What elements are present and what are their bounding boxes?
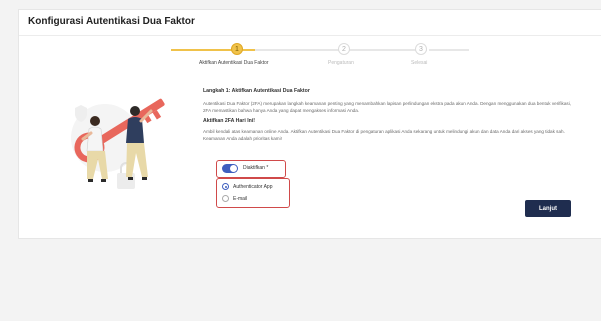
radio-selected-icon[interactable] bbox=[222, 183, 229, 190]
title-divider bbox=[19, 35, 601, 36]
step-1-indicator[interactable]: 1 bbox=[231, 43, 243, 55]
next-button[interactable]: Lanjut bbox=[525, 200, 571, 217]
auth-method-email-label: E-mail bbox=[233, 195, 248, 202]
enable-2fa-control: Diaktifkan * bbox=[216, 160, 286, 178]
page-title: Konfigurasi Autentikasi Dua Faktor bbox=[28, 16, 195, 27]
step-2-indicator[interactable]: 2 bbox=[338, 43, 350, 55]
auth-method-email-option[interactable]: E-mail bbox=[222, 195, 247, 202]
enable-2fa-toggle[interactable] bbox=[222, 164, 238, 173]
progress-stepper: 1 2 3 Aktifkan Autentikasi Dua Faktor Pe… bbox=[19, 40, 601, 80]
step-1-label: Aktifkan Autentikasi Dua Faktor bbox=[199, 60, 269, 66]
stepper-track-pending bbox=[255, 49, 341, 51]
stepper-track-completed bbox=[171, 49, 257, 51]
toggle-knob bbox=[230, 165, 237, 172]
step-2-label: Pengaturan bbox=[328, 60, 354, 66]
step-content: Langkah 1: Aktifkan Autentikasi Dua Fakt… bbox=[203, 88, 575, 142]
stepper-track-pending bbox=[429, 49, 469, 51]
cta-heading: Aktifkan 2FA Hari Ini! bbox=[203, 118, 255, 124]
step-3-label: Selesai bbox=[411, 60, 428, 66]
radio-unselected-icon[interactable] bbox=[222, 195, 229, 202]
step-3-indicator[interactable]: 3 bbox=[415, 43, 427, 55]
auth-method-authenticator-label: Authenticator App bbox=[233, 183, 273, 190]
auth-method-authenticator-option[interactable]: Authenticator App bbox=[222, 183, 272, 190]
cta-paragraph: Ambil kendali atas keamanan online Anda.… bbox=[203, 129, 565, 141]
intro-paragraph: Autentikasi Dua Faktor (2FA) merupakan l… bbox=[203, 101, 571, 113]
security-key-illustration bbox=[71, 98, 165, 189]
auth-method-group: Authenticator App E-mail bbox=[216, 178, 290, 208]
enable-2fa-label: Diaktifkan * bbox=[243, 165, 269, 171]
step-heading: Langkah 1: Aktifkan Autentikasi Dua Fakt… bbox=[203, 88, 310, 94]
